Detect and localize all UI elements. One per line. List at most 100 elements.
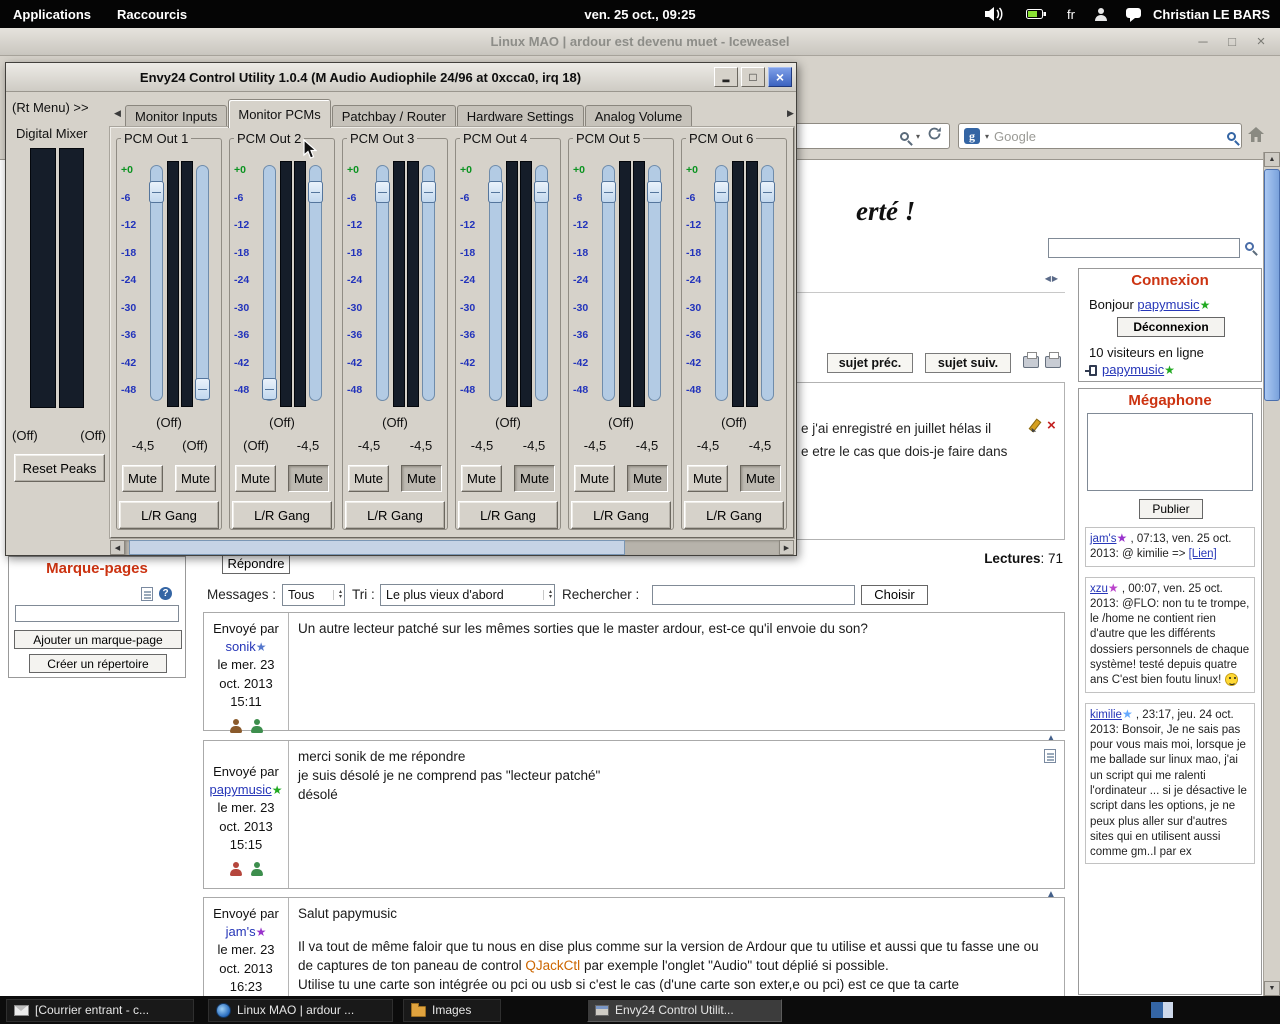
keyboard-layout-indicator[interactable]: fr: [1067, 7, 1075, 22]
fader-handle[interactable]: [647, 181, 662, 203]
prev-topic-button[interactable]: sujet préc.: [827, 353, 913, 373]
scroll-right-arrow[interactable]: [779, 540, 794, 555]
collapse-toggle-icon[interactable]: [1045, 274, 1059, 283]
applications-menu[interactable]: Applications: [0, 0, 104, 28]
add-bookmark-button[interactable]: Ajouter un marque-page: [14, 630, 182, 649]
scrollbar-thumb[interactable]: [1264, 169, 1280, 401]
site-search-input[interactable]: [1048, 238, 1240, 258]
task-envy24-window[interactable]: Envy24 Control Utilit...: [587, 999, 782, 1022]
mute-left-button[interactable]: Mute: [461, 465, 502, 492]
browser-titlebar[interactable]: Linux MAO | ardour est devenu muet - Ice…: [0, 28, 1280, 56]
messages-filter-select[interactable]: Tous: [282, 584, 345, 606]
search-go-icon[interactable]: [1227, 132, 1236, 141]
fader-handle[interactable]: [488, 181, 503, 203]
create-folder-button[interactable]: Créer un répertoire: [29, 654, 167, 673]
home-icon[interactable]: [1247, 126, 1265, 148]
close-icon[interactable]: [768, 67, 792, 87]
mute-right-button[interactable]: Mute: [288, 465, 329, 492]
lr-gang-button[interactable]: L/R Gang: [119, 501, 219, 529]
envy24-titlebar[interactable]: Envy24 Control Utility 1.0.4 (M Audio Au…: [6, 63, 796, 92]
scroll-left-arrow[interactable]: [110, 540, 125, 555]
fader-left[interactable]: [263, 165, 276, 401]
topic-search-input[interactable]: [652, 585, 855, 605]
fader-right[interactable]: [761, 165, 774, 401]
mute-right-button[interactable]: Mute: [401, 465, 442, 492]
shout-author-link[interactable]: kimilie: [1090, 709, 1122, 721]
scroll-up-arrow[interactable]: [1264, 152, 1280, 167]
fader-handle[interactable]: [195, 378, 210, 400]
help-icon[interactable]: [159, 587, 172, 600]
fader-left[interactable]: [602, 165, 615, 401]
mute-right-button[interactable]: Mute: [514, 465, 555, 492]
workspace-switcher[interactable]: [1150, 1001, 1174, 1019]
fader-left[interactable]: [150, 165, 163, 401]
shout-textarea[interactable]: [1087, 413, 1253, 491]
fader-right[interactable]: [535, 165, 548, 401]
tab-monitor-pcms[interactable]: Monitor PCMs: [228, 99, 330, 128]
logout-button[interactable]: Déconnexion: [1117, 317, 1225, 337]
edit-post-icon[interactable]: [1026, 419, 1041, 434]
sort-select[interactable]: Le plus vieux d'abord: [380, 584, 555, 606]
choose-button[interactable]: Choisir: [861, 585, 928, 605]
tab-analog-volume[interactable]: Analog Volume: [585, 105, 692, 128]
scroll-down-arrow[interactable]: [1264, 981, 1280, 996]
maximize-icon[interactable]: [741, 67, 765, 87]
fader-handle[interactable]: [601, 181, 616, 203]
lr-gang-button[interactable]: L/R Gang: [232, 501, 332, 529]
fader-handle[interactable]: [262, 378, 277, 400]
task-images-window[interactable]: Images: [403, 999, 501, 1022]
lr-gang-button[interactable]: L/R Gang: [571, 501, 671, 529]
user-menu[interactable]: Christian LE BARS: [1153, 7, 1270, 22]
mute-left-button[interactable]: Mute: [122, 465, 163, 492]
fader-left[interactable]: [376, 165, 389, 401]
fader-handle[interactable]: [421, 181, 436, 203]
mute-left-button[interactable]: Mute: [235, 465, 276, 492]
url-bar[interactable]: ▾: [788, 123, 950, 149]
mute-right-button[interactable]: Mute: [627, 465, 668, 492]
lr-gang-button[interactable]: L/R Gang: [684, 501, 784, 529]
task-browser-window[interactable]: Linux MAO | ardour ...: [208, 999, 393, 1022]
scrollbar-track[interactable]: [125, 540, 779, 555]
next-topic-button[interactable]: sujet suiv.: [925, 353, 1011, 373]
shout-author-link[interactable]: jam's: [1090, 533, 1116, 545]
battery-icon[interactable]: [1026, 9, 1047, 19]
fader-right[interactable]: [309, 165, 322, 401]
profile-link[interactable]: papymusic: [1137, 297, 1199, 312]
fader-right[interactable]: [422, 165, 435, 401]
fader-right[interactable]: [648, 165, 661, 401]
fader-left[interactable]: [715, 165, 728, 401]
fader-handle[interactable]: [760, 181, 775, 203]
delete-post-icon[interactable]: ×: [1047, 419, 1056, 433]
tab-hardware-settings[interactable]: Hardware Settings: [457, 105, 584, 128]
fader-handle[interactable]: [308, 181, 323, 203]
mute-right-button[interactable]: Mute: [740, 465, 781, 492]
shout-link[interactable]: [Lien]: [1189, 548, 1217, 560]
lr-gang-button[interactable]: L/R Gang: [458, 501, 558, 529]
clock[interactable]: ven. 25 oct., 09:25: [584, 7, 695, 22]
online-user-link[interactable]: papymusic: [1102, 362, 1164, 377]
fader-handle[interactable]: [714, 181, 729, 203]
tabs-scroll-left-icon[interactable]: [110, 108, 125, 119]
mute-left-button[interactable]: Mute: [348, 465, 389, 492]
mute-left-button[interactable]: Mute: [574, 465, 615, 492]
author-link[interactable]: jam's: [226, 924, 256, 939]
scrollbar-thumb[interactable]: [129, 540, 625, 555]
tab-monitor-inputs[interactable]: Monitor Inputs: [125, 105, 227, 128]
print-version-icon[interactable]: [1045, 356, 1061, 368]
reset-peaks-button[interactable]: Reset Peaks: [14, 454, 105, 482]
minimize-icon[interactable]: [714, 67, 738, 87]
shout-author-link[interactable]: xzu: [1090, 583, 1108, 595]
quote-icon[interactable]: [1044, 749, 1056, 763]
fader-left[interactable]: [489, 165, 502, 401]
fader-handle[interactable]: [375, 181, 390, 203]
fader-handle[interactable]: [534, 181, 549, 203]
mute-right-button[interactable]: Mute: [175, 465, 216, 492]
author-link[interactable]: papymusic: [210, 782, 272, 797]
print-icon[interactable]: [1023, 356, 1039, 368]
publish-button[interactable]: Publier: [1139, 499, 1203, 519]
task-mail-window[interactable]: [Courrier entrant - c...: [6, 999, 194, 1022]
site-search-icon[interactable]: [1245, 242, 1254, 251]
minimize-icon[interactable]: [1196, 34, 1210, 49]
wiki-link[interactable]: QJackCtl: [525, 958, 580, 973]
maximize-icon[interactable]: [1225, 34, 1239, 49]
